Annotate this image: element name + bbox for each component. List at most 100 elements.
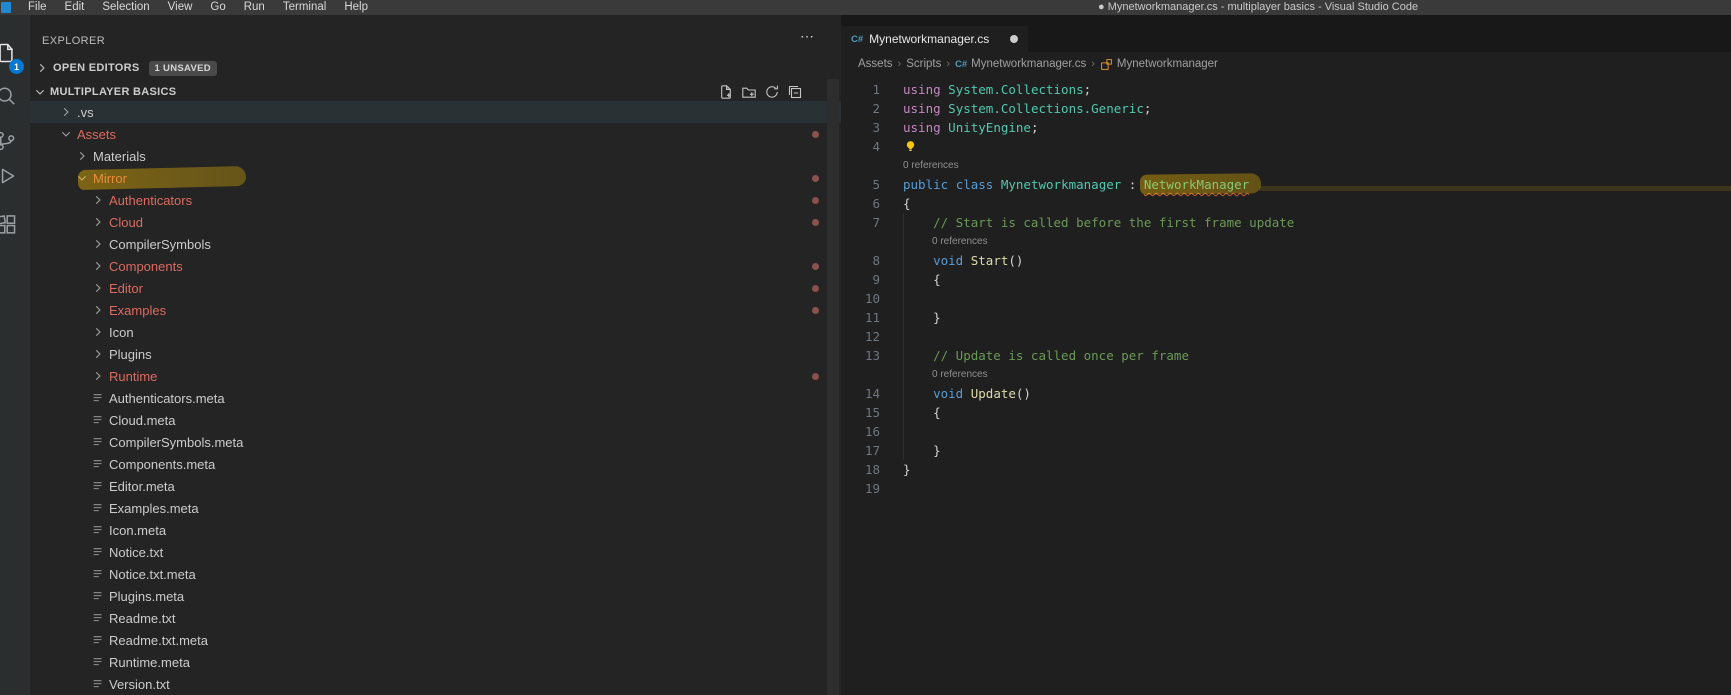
tree-item-icon[interactable]: Icon xyxy=(30,321,841,343)
tree-item-materials[interactable]: Materials xyxy=(30,145,841,167)
code-text: } xyxy=(903,310,941,325)
tree-item-compilersymbols-meta[interactable]: CompilerSymbols.meta xyxy=(30,431,841,453)
code-text: public class Mynetworkmanager : NetworkM… xyxy=(903,177,1250,192)
code-line-3[interactable]: 3 using UnityEngine; xyxy=(841,118,1731,137)
tree-item-label: Runtime xyxy=(109,368,158,384)
menu-help[interactable]: Help xyxy=(335,0,377,15)
breadcrumb-assets[interactable]: Assets xyxy=(858,58,893,70)
codelens-references[interactable]: 0 references xyxy=(841,156,1731,175)
line-number: 5 xyxy=(872,177,880,192)
line-number: 14 xyxy=(864,386,880,401)
tree-item-readme-txt[interactable]: Readme.txt xyxy=(30,607,841,629)
line-number: 17 xyxy=(864,443,880,458)
codelens-references[interactable]: 0 references xyxy=(841,232,1731,251)
unsaved-badge: 1 UNSAVED xyxy=(148,60,217,76)
chevron-right-icon xyxy=(91,215,105,229)
code-line-12[interactable]: 12 xyxy=(841,327,1731,346)
more-actions-icon[interactable]: ⋯ xyxy=(800,28,814,45)
breadcrumb-mynetworkmanager[interactable]: Mynetworkmanager xyxy=(1100,58,1218,71)
tree-item-label: Plugins.meta xyxy=(109,588,185,604)
new-file-icon[interactable] xyxy=(718,84,734,100)
code-line-13[interactable]: 13 // Update is called once per frame xyxy=(841,346,1731,365)
tree-item-notice-txt[interactable]: Notice.txt xyxy=(30,541,841,563)
new-folder-icon[interactable] xyxy=(741,84,757,100)
unsaved-dot-icon[interactable] xyxy=(1010,35,1018,43)
tree-item-cloud-meta[interactable]: Cloud.meta xyxy=(30,409,841,431)
tree-item-version-txt[interactable]: Version.txt xyxy=(30,673,841,695)
codelens-references[interactable]: 0 references xyxy=(841,365,1731,384)
breadcrumb-mynetworkmanager-cs[interactable]: C# Mynetworkmanager.cs xyxy=(955,58,1086,70)
code-line-7[interactable]: 7 // Start is called before the first fr… xyxy=(841,213,1731,232)
tree-item-components-meta[interactable]: Components.meta xyxy=(30,453,841,475)
activity-extensions-icon[interactable] xyxy=(0,214,17,236)
tree-item-plugins[interactable]: Plugins xyxy=(30,343,841,365)
tree-item--vs[interactable]: .vs xyxy=(30,101,841,123)
code-line-1[interactable]: 1 using System.Collections; xyxy=(841,80,1731,99)
line-number: 3 xyxy=(872,120,880,135)
file-icon xyxy=(91,545,105,559)
refresh-icon[interactable] xyxy=(764,84,780,100)
tree-item-label: Examples.meta xyxy=(109,500,199,516)
csharp-file-icon: C# xyxy=(851,33,864,45)
tree-item-authenticators-meta[interactable]: Authenticators.meta xyxy=(30,387,841,409)
symbol-class-icon xyxy=(1100,58,1113,71)
open-editors-section[interactable]: OPEN EDITORS 1 UNSAVED xyxy=(30,57,841,79)
menu-view[interactable]: View xyxy=(159,0,202,15)
tree-item-label: Plugins xyxy=(109,346,152,362)
activity-run-and-debug-icon[interactable] xyxy=(0,165,17,187)
tree-item-compilersymbols[interactable]: CompilerSymbols xyxy=(30,233,841,255)
tree-item-examples-meta[interactable]: Examples.meta xyxy=(30,497,841,519)
menu-file[interactable]: File xyxy=(19,0,56,15)
code-editor[interactable]: 1 using System.Collections; 2 using System.… xyxy=(841,76,1731,695)
breadcrumb-scripts[interactable]: Scripts xyxy=(906,58,941,70)
code-line-2[interactable]: 2 using System.Collections.Generic; xyxy=(841,99,1731,118)
sidebar-scrollbar[interactable] xyxy=(827,79,839,695)
activity-source-control-icon[interactable] xyxy=(0,130,17,152)
menu-edit[interactable]: Edit xyxy=(56,0,94,15)
tree-item-plugins-meta[interactable]: Plugins.meta xyxy=(30,585,841,607)
tree-item-components[interactable]: Components xyxy=(30,255,841,277)
tree-item-icon-meta[interactable]: Icon.meta xyxy=(30,519,841,541)
menu-go[interactable]: Go xyxy=(201,0,234,15)
tree-item-runtime[interactable]: Runtime xyxy=(30,365,841,387)
code-line-19[interactable]: 19 xyxy=(841,479,1731,498)
menu-run[interactable]: Run xyxy=(235,0,274,15)
file-icon xyxy=(91,435,105,449)
activity-search-icon[interactable] xyxy=(0,85,17,107)
workspace-section-header[interactable]: MULTIPLAYER BASICS xyxy=(30,81,841,103)
menu-terminal[interactable]: Terminal xyxy=(274,0,335,15)
code-line-16[interactable]: 16 xyxy=(841,422,1731,441)
editor-group: C# Mynetworkmanager.cs Assets › Scripts › C#… xyxy=(841,15,1731,695)
tree-item-cloud[interactable]: Cloud xyxy=(30,211,841,233)
menu-selection[interactable]: Selection xyxy=(93,0,158,15)
tree-item-editor[interactable]: Editor xyxy=(30,277,841,299)
code-line-18[interactable]: 18} xyxy=(841,460,1731,479)
tree-item-editor-meta[interactable]: Editor.meta xyxy=(30,475,841,497)
lightbulb-icon[interactable] xyxy=(904,139,917,152)
code-line-4[interactable]: 4 xyxy=(841,137,1731,156)
line-number: 12 xyxy=(864,329,880,344)
tree-item-mirror[interactable]: Mirror xyxy=(30,165,841,191)
tree-item-notice-txt-meta[interactable]: Notice.txt.meta xyxy=(30,563,841,585)
tree-item-authenticators[interactable]: Authenticators xyxy=(30,189,841,211)
code-line-14[interactable]: 14 void Update() xyxy=(841,384,1731,403)
code-line-10[interactable]: 10 xyxy=(841,289,1731,308)
code-line-15[interactable]: 15 { xyxy=(841,403,1731,422)
tree-item-assets[interactable]: Assets xyxy=(30,123,841,145)
code-line-6[interactable]: 6{ xyxy=(841,194,1731,213)
code-line-9[interactable]: 9 { xyxy=(841,270,1731,289)
chevron-right-icon xyxy=(91,347,105,361)
code-line-8[interactable]: 8 void Start() xyxy=(841,251,1731,270)
tree-item-label: Runtime.meta xyxy=(109,654,190,670)
tree-item-examples[interactable]: Examples xyxy=(30,299,841,321)
chevron-right-icon xyxy=(91,193,105,207)
tree-item-readme-txt-meta[interactable]: Readme.txt.meta xyxy=(30,629,841,651)
code-line-17[interactable]: 17 } xyxy=(841,441,1731,460)
line-number: 7 xyxy=(872,215,880,230)
tab-mynetworkmanager[interactable]: C# Mynetworkmanager.cs xyxy=(841,26,1028,52)
code-line-5[interactable]: 5 public class Mynetworkmanager : Network… xyxy=(841,175,1731,194)
tree-item-runtime-meta[interactable]: Runtime.meta xyxy=(30,651,841,673)
collapse-all-icon[interactable] xyxy=(787,84,803,100)
code-line-11[interactable]: 11 } xyxy=(841,308,1731,327)
